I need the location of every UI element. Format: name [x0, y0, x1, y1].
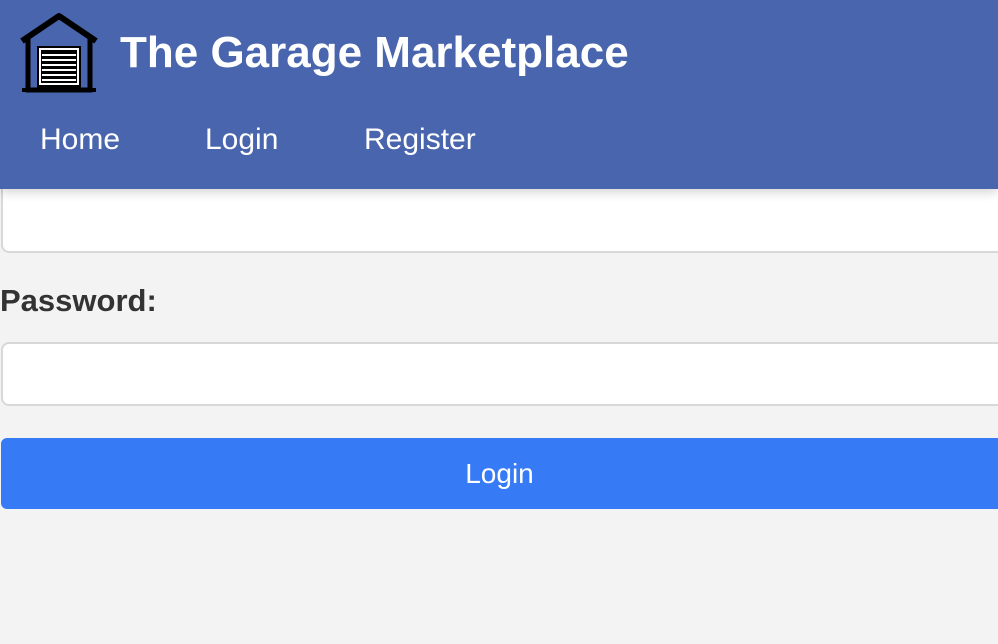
- password-input[interactable]: [1, 342, 998, 406]
- login-submit-button[interactable]: Login: [1, 438, 998, 509]
- site-title: The Garage Marketplace: [120, 28, 629, 77]
- garage-icon: [20, 13, 98, 93]
- login-submit-label: Login: [465, 458, 534, 489]
- username-input[interactable]: [1, 189, 998, 253]
- brand: The Garage Marketplace: [18, 12, 629, 94]
- site-header: The Garage Marketplace Home Login Regist…: [0, 0, 998, 189]
- main-navigation: Home Login Register: [40, 122, 514, 158]
- nav-home-link[interactable]: Home: [40, 122, 205, 158]
- password-label: Password:: [0, 283, 157, 318]
- nav-register-link[interactable]: Register: [364, 122, 514, 158]
- nav-login-link[interactable]: Login: [205, 122, 364, 158]
